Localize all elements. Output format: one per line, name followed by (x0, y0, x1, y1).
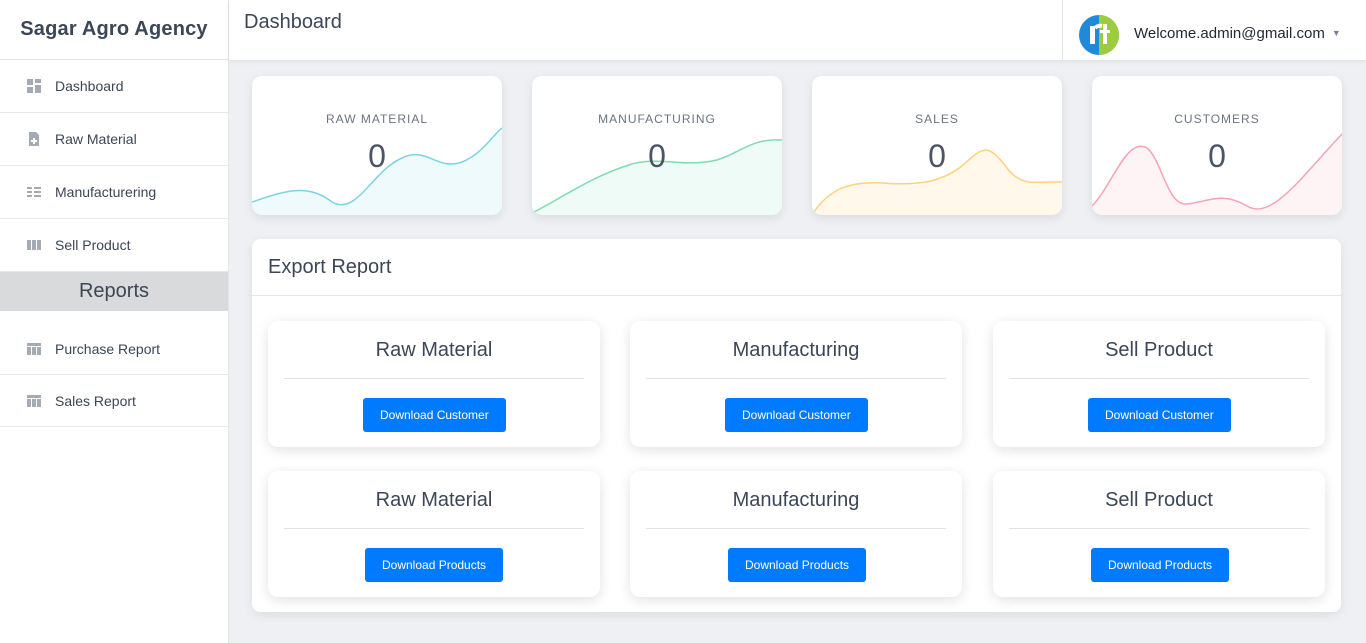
stat-label: CUSTOMERS (1174, 112, 1260, 126)
report-card-sell-product-products: Sell Product Download Products (993, 471, 1325, 597)
report-card-manufacturing-customer: Manufacturing Download Customer (630, 321, 962, 447)
report-card-sell-product-customer: Sell Product Download Customer (993, 321, 1325, 447)
report-card-title: Sell Product (1009, 339, 1309, 379)
user-menu[interactable]: Welcome.admin@gmail.com ▼ (1062, 0, 1366, 60)
stat-value: 0 (1208, 138, 1226, 174)
sidebar-item-manufacturering[interactable]: Manufacturering (0, 166, 228, 219)
sidebar-item-purchase-report[interactable]: Purchase Report (0, 323, 228, 375)
sidebar-item-dashboard[interactable]: Dashboard (0, 60, 228, 113)
download-customer-button[interactable]: Download Customer (725, 398, 868, 432)
sidebar: Sagar Agro Agency Dashboard Raw Material… (0, 0, 229, 643)
welcome-text: Welcome.admin@gmail.com (1134, 25, 1325, 42)
export-report-title: Export Report (252, 239, 1341, 296)
sidebar-item-label: Dashboard (55, 78, 124, 94)
download-customer-button[interactable]: Download Customer (1088, 398, 1231, 432)
avatar (1079, 15, 1119, 55)
sidebar-item-label: Raw Material (55, 131, 137, 147)
stat-card-raw-material: RAW MATERIAL 0 (252, 76, 502, 215)
download-products-button[interactable]: Download Products (1091, 548, 1230, 582)
table-icon (27, 342, 41, 356)
stat-card-customers: CUSTOMERS 0 (1092, 76, 1342, 215)
stat-value: 0 (648, 138, 666, 174)
topbar: Dashboard Welcome.admin@gmail.com ▼ (229, 0, 1366, 60)
sidebar-item-label: Manufacturering (55, 184, 157, 200)
sidebar-item-sell-product[interactable]: Sell Product (0, 219, 228, 272)
report-card-title: Manufacturing (646, 339, 946, 379)
report-card-title: Manufacturing (646, 489, 946, 529)
sidebar-item-label: Purchase Report (55, 340, 161, 357)
stat-card-sales: SALES 0 (812, 76, 1062, 215)
report-card-title: Raw Material (284, 489, 584, 529)
report-card-raw-material-products: Raw Material Download Products (268, 471, 600, 597)
chevron-down-icon: ▼ (1331, 28, 1341, 38)
download-customer-button[interactable]: Download Customer (363, 398, 506, 432)
columns-icon (27, 238, 41, 252)
stat-label: MANUFACTURING (598, 112, 716, 126)
file-plus-icon (27, 132, 41, 146)
download-products-button[interactable]: Download Products (728, 548, 867, 582)
sidebar-item-sales-report[interactable]: Sales Report (0, 375, 228, 427)
stat-card-manufacturing: MANUFACTURING 0 (532, 76, 782, 215)
sidebar-item-raw-material[interactable]: Raw Material (0, 113, 228, 166)
export-report-panel: Export Report Raw Material Download Cust… (252, 239, 1341, 612)
sidebar-item-label: Sales Report (55, 392, 136, 409)
sidebar-item-label: Sell Product (55, 237, 131, 253)
dashboard-icon (27, 79, 41, 93)
brand-name: Sagar Agro Agency (0, 0, 228, 60)
report-card-title: Sell Product (1009, 489, 1309, 529)
table-icon (27, 394, 41, 408)
report-card-title: Raw Material (284, 339, 584, 379)
list-icon (27, 185, 41, 199)
stat-label: RAW MATERIAL (325, 112, 428, 126)
report-card-raw-material-customer: Raw Material Download Customer (268, 321, 600, 447)
report-card-manufacturing-products: Manufacturing Download Products (630, 471, 962, 597)
stat-value: 0 (928, 138, 946, 174)
stat-value: 0 (368, 138, 386, 174)
stat-label: SALES (915, 112, 959, 126)
reports-section-header: Reports (0, 272, 228, 311)
page-title: Dashboard (244, 11, 342, 33)
download-products-button[interactable]: Download Products (365, 548, 504, 582)
